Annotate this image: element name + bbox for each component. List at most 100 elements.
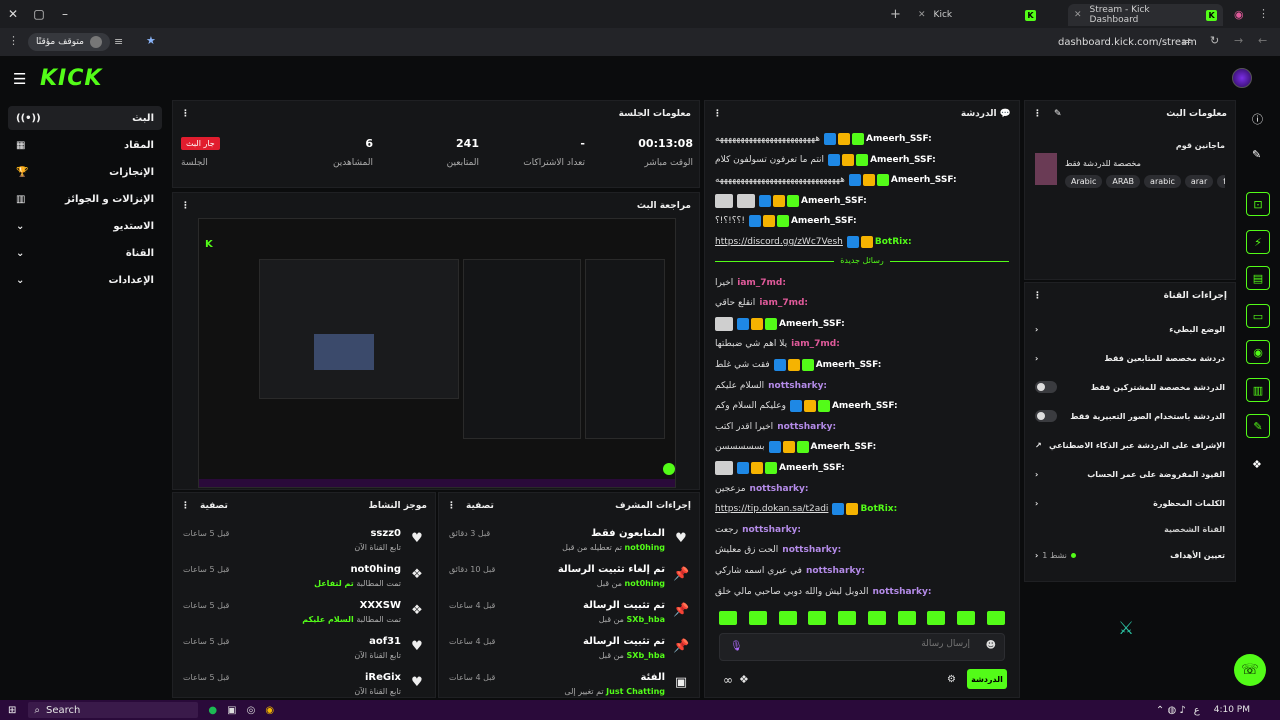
- activity-name[interactable]: iReGix: [365, 672, 401, 683]
- chat-username[interactable]: Ameerh_SSF:: [791, 216, 857, 226]
- more-vert-icon[interactable]: ⋮: [1033, 109, 1042, 119]
- more-vert-icon[interactable]: ⋮: [1033, 291, 1042, 301]
- mod-action-user[interactable]: Just Chatting: [606, 687, 665, 696]
- more-vert-icon[interactable]: ⋮: [181, 201, 190, 211]
- more-vert-icon[interactable]: ⋮: [8, 34, 19, 47]
- app-icon[interactable]: ◎: [247, 705, 256, 716]
- more-vert-icon[interactable]: ⋮: [447, 501, 456, 511]
- info-icon[interactable]: ⓘ: [1252, 111, 1263, 127]
- edit-pencil-icon[interactable]: ✎: [1054, 109, 1062, 119]
- emote-icon[interactable]: [838, 611, 857, 625]
- chat-username[interactable]: Ameerh_SSF:: [832, 401, 898, 411]
- system-tray-icons[interactable]: ⌃ ◍ ♪: [1156, 705, 1186, 716]
- chat-username[interactable]: Ameerh_SSF:: [891, 175, 957, 185]
- chat-username[interactable]: nottsharky:: [777, 422, 836, 432]
- activity-name[interactable]: not0hing: [350, 564, 401, 575]
- gear-icon[interactable]: ⚙: [947, 674, 956, 685]
- send-chat-button[interactable]: الدردشة: [967, 669, 1007, 689]
- reload-icon[interactable]: ↻: [1210, 34, 1219, 47]
- hamburger-menu-icon[interactable]: ☰: [13, 70, 26, 88]
- paused-pill[interactable]: متوقف مؤقتًا: [28, 33, 110, 51]
- tab-kick[interactable]: ✕ Kick K: [912, 4, 1042, 26]
- chat-username[interactable]: iam_7md:: [737, 278, 786, 288]
- close-tab-icon[interactable]: ✕: [1074, 10, 1082, 20]
- mod-action-user[interactable]: not0hing: [625, 579, 665, 588]
- chat-username[interactable]: Ameerh_SSF:: [779, 463, 845, 473]
- kick-logo[interactable]: KICK: [40, 66, 102, 91]
- chat-username[interactable]: BotRix:: [875, 237, 912, 247]
- followers-only-row[interactable]: › دردشة مخصصة للمتابعين فقط: [1025, 344, 1235, 372]
- chat-username[interactable]: nottsharky:: [782, 545, 841, 555]
- broadcast-icon[interactable]: ◉: [1246, 340, 1270, 364]
- emoji-icon[interactable]: ☻: [986, 640, 996, 651]
- chat-username[interactable]: BotRix:: [860, 504, 897, 514]
- chat-username[interactable]: Ameerh_SSF:: [870, 155, 936, 165]
- chat-username[interactable]: Ameerh_SSF:: [779, 319, 845, 329]
- chat-username[interactable]: iam_7md:: [791, 339, 840, 349]
- sidebar-item-channel[interactable]: ⌄ القناة: [8, 241, 162, 265]
- chat-username[interactable]: Ameerh_SSF:: [816, 360, 882, 370]
- camera-focus-icon[interactable]: ⊡: [1246, 192, 1270, 216]
- chat-username[interactable]: nottsharky:: [768, 381, 827, 391]
- chat-input[interactable]: [770, 639, 970, 649]
- emote-icon[interactable]: [808, 611, 827, 625]
- sidebar-item-achievements[interactable]: 🏆 الإنجازات: [8, 160, 162, 184]
- minimize-window-icon[interactable]: –: [52, 7, 78, 21]
- account-age-row[interactable]: › القيود المفروضة على عمر الحساب: [1025, 460, 1235, 488]
- emote-icon[interactable]: [927, 611, 946, 625]
- support-chat-icon[interactable]: ☏: [1234, 654, 1266, 686]
- mic-icon[interactable]: 🎙: [730, 641, 743, 652]
- chat-link[interactable]: https://tip.dokan.sa/t2adi: [715, 504, 828, 514]
- mod-action-user[interactable]: SXb_hba: [627, 615, 665, 624]
- gift-icon[interactable]: ❖: [739, 673, 749, 686]
- tab-search-icon[interactable]: ≡: [114, 35, 123, 48]
- infinity-icon[interactable]: ∞: [723, 673, 733, 687]
- goals-row[interactable]: › 1 نشط تعيين الأهداف: [1025, 541, 1235, 569]
- emote-icon[interactable]: [748, 611, 767, 625]
- close-window-icon[interactable]: ✕: [0, 7, 26, 21]
- url-text[interactable]: dashboard.kick.com/stream: [1058, 37, 1197, 48]
- chat-username[interactable]: Ameerh_SSF:: [811, 442, 877, 452]
- more-vert-icon[interactable]: ⋮: [181, 501, 190, 511]
- wrench-icon[interactable]: ✎: [1246, 414, 1270, 438]
- ai-moderation-row[interactable]: ↗ الإشراف على الدردشة عبر الذكاء الاصطناع…: [1025, 431, 1235, 459]
- mod-action-user[interactable]: not0hing: [625, 543, 665, 552]
- activity-name[interactable]: XXXSW: [360, 600, 401, 611]
- emotes-only-toggle[interactable]: [1035, 410, 1057, 422]
- windows-start-icon[interactable]: ⊞: [8, 705, 16, 716]
- more-vert-icon[interactable]: ⋮: [713, 109, 722, 119]
- activity-name[interactable]: sszz0: [370, 528, 401, 539]
- chat-username[interactable]: nottsharky:: [873, 587, 932, 597]
- chat-username[interactable]: Ameerh_SSF:: [866, 134, 932, 144]
- spotify-icon[interactable]: ●: [208, 705, 217, 716]
- chat-link[interactable]: https://discord.gg/zWc7Vesh: [715, 237, 843, 247]
- emote-icon[interactable]: [986, 611, 1005, 625]
- sidebar-item-community[interactable]: ▦ المقاد: [8, 133, 162, 157]
- sidebar-item-stream[interactable]: ((•)) البث: [8, 106, 162, 130]
- more-vert-icon[interactable]: ⋮: [1258, 7, 1269, 20]
- close-tab-icon[interactable]: ✕: [918, 10, 926, 20]
- chat-bubble-icon[interactable]: ▭: [1246, 304, 1270, 328]
- chrome-icon[interactable]: ◉: [265, 705, 274, 716]
- user-avatar[interactable]: [1232, 68, 1252, 88]
- emote-icon[interactable]: [719, 611, 737, 625]
- explorer-icon[interactable]: ▣: [227, 705, 236, 716]
- new-tab-icon[interactable]: +: [890, 7, 901, 22]
- more-vert-icon[interactable]: ⋮: [181, 109, 190, 119]
- chat-username[interactable]: nottsharky:: [806, 566, 865, 576]
- taskbar-clock[interactable]: 4:10 PM: [1214, 705, 1250, 715]
- chat-username[interactable]: iam_7md:: [759, 298, 808, 308]
- subscribers-only-toggle[interactable]: [1035, 381, 1057, 393]
- emote-icon[interactable]: [957, 611, 976, 625]
- restore-window-icon[interactable]: ▢: [26, 7, 52, 21]
- sidebar-item-settings[interactable]: ⌄ الإعدادات: [8, 268, 162, 292]
- emote-icon[interactable]: [778, 611, 797, 625]
- bookmark-star-icon[interactable]: ★: [146, 34, 156, 47]
- chat-username[interactable]: nottsharky:: [742, 525, 801, 535]
- language-indicator[interactable]: ع: [1194, 705, 1200, 716]
- back-icon[interactable]: ←: [1258, 34, 1267, 47]
- gift-icon[interactable]: ❖: [1252, 458, 1262, 471]
- slow-mode-row[interactable]: › الوضع البطيء: [1025, 315, 1235, 343]
- emote-icon[interactable]: [867, 611, 886, 625]
- clipboard-icon[interactable]: ▤: [1246, 266, 1270, 290]
